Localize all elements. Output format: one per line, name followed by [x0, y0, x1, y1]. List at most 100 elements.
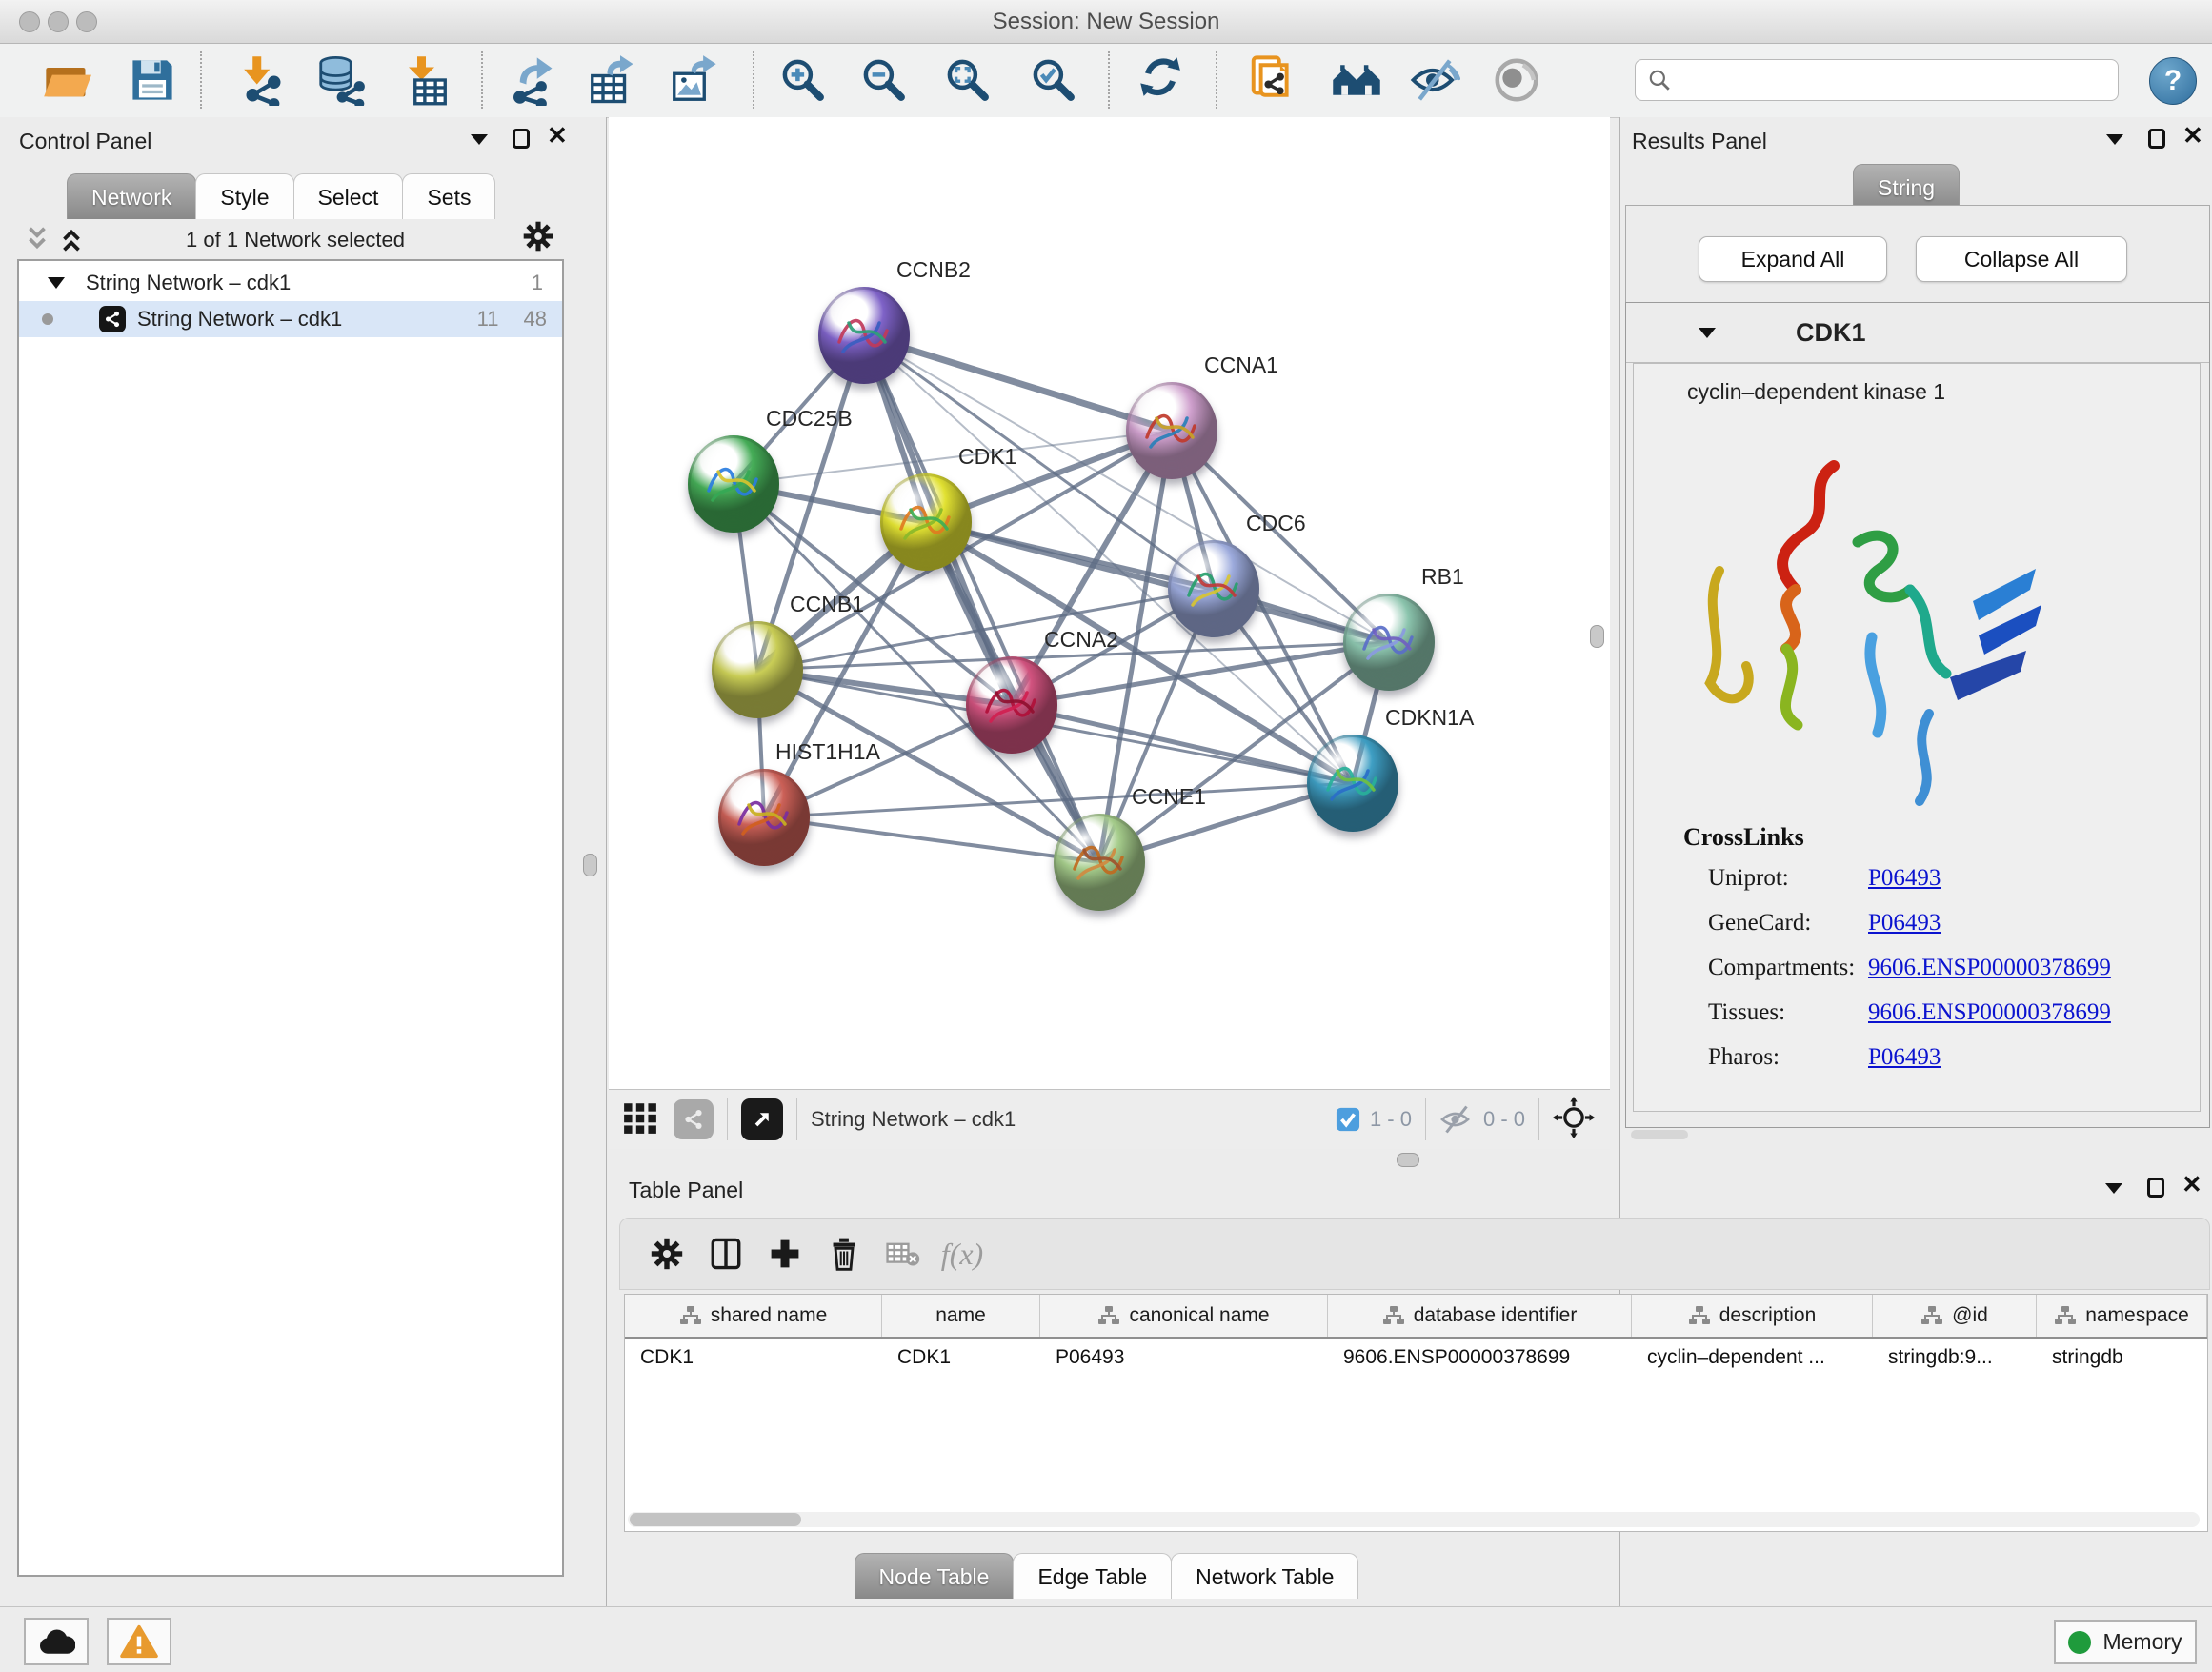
crosslink-link[interactable]: 9606.ENSP00000378699	[1868, 999, 2111, 1026]
panel-close-icon[interactable]: ✕	[2182, 126, 2203, 145]
zoom-in-button[interactable]	[776, 53, 830, 107]
collapse-all-tree-button[interactable]	[23, 225, 51, 258]
column-header--id[interactable]: @id	[1873, 1295, 2037, 1337]
edge-CDK1-RB1[interactable]	[926, 522, 1389, 642]
warnings-button[interactable]	[107, 1618, 171, 1665]
panel-float-icon[interactable]	[2148, 129, 2165, 149]
tab-style[interactable]: Style	[195, 173, 293, 219]
edge-CCNB2-CCNE1[interactable]	[864, 335, 1099, 862]
table-row[interactable]: CDK1CDK1P064939606.ENSP00000378699cyclin…	[625, 1339, 2207, 1377]
crosslink-link[interactable]: P06493	[1868, 1044, 1941, 1071]
delete-column-button[interactable]	[814, 1227, 874, 1280]
collapse-all-button[interactable]: Collapse All	[1916, 236, 2127, 282]
node-CCNE1[interactable]	[1054, 814, 1145, 911]
column-header-canonical-name[interactable]: canonical name	[1040, 1295, 1328, 1337]
column-header-database-identifier[interactable]: database identifier	[1328, 1295, 1632, 1337]
open-in-window-button[interactable]	[741, 1098, 783, 1140]
import-table-button[interactable]	[399, 53, 452, 107]
panel-close-icon[interactable]: ✕	[2182, 1175, 2202, 1194]
delete-table-button[interactable]	[874, 1227, 933, 1280]
crosslink-link[interactable]: P06493	[1868, 910, 1941, 937]
column-header-description[interactable]: description	[1632, 1295, 1873, 1337]
edge-CCNA2-CDKN1A[interactable]	[1012, 705, 1353, 783]
scrollbar-thumb[interactable]	[630, 1513, 801, 1526]
node-CDC6[interactable]	[1168, 540, 1259, 637]
export-network-button[interactable]	[504, 53, 557, 107]
expand-all-tree-button[interactable]	[57, 225, 86, 258]
panel-float-icon[interactable]	[2147, 1178, 2164, 1198]
apply-layout-button[interactable]	[1137, 53, 1191, 107]
network-row[interactable]: String Network – cdk1 11 48	[19, 301, 562, 337]
column-header-namespace[interactable]: namespace	[2037, 1295, 2207, 1337]
grid-view-button[interactable]	[622, 1099, 658, 1140]
table-cell[interactable]: stringdb	[2037, 1339, 2207, 1377]
tree-options-button[interactable]	[522, 220, 554, 257]
table-cell[interactable]: 9606.ENSP00000378699	[1328, 1339, 1632, 1377]
left-divider-grip[interactable]	[583, 854, 597, 876]
crosslink-link[interactable]: P06493	[1868, 865, 1941, 892]
memory-button[interactable]: Memory	[2054, 1620, 2197, 1664]
export-table-button[interactable]	[585, 53, 638, 107]
panel-float-icon[interactable]	[513, 129, 530, 149]
horizontal-scrollbar[interactable]	[628, 1512, 2200, 1527]
network-overview-button[interactable]	[674, 1099, 714, 1139]
panel-menu-icon[interactable]	[471, 134, 488, 145]
help-button[interactable]: ?	[2149, 57, 2197, 105]
table-cell[interactable]: CDK1	[882, 1339, 1040, 1377]
panel-close-icon[interactable]: ✕	[547, 126, 568, 145]
table-options-button[interactable]	[637, 1227, 696, 1280]
zoom-fit-button[interactable]	[941, 53, 995, 107]
node-CCNA2[interactable]	[966, 656, 1057, 754]
table-cell[interactable]: stringdb:9...	[1873, 1339, 2037, 1377]
tab-string[interactable]: String	[1853, 164, 1960, 210]
string-home-button[interactable]	[1330, 53, 1383, 107]
export-image-button[interactable]	[667, 53, 720, 107]
birdseye-toggle-button[interactable]	[1553, 1097, 1595, 1143]
right-divider-grip[interactable]	[1590, 625, 1604, 648]
network-canvas[interactable]: CCNB2CCNA1CDC25BCDK1CDC6RB1CCNB1CCNA2CDK…	[609, 117, 1610, 1089]
collapse-triangle-icon[interactable]	[1699, 328, 1716, 338]
bottom-divider-grip[interactable]	[1397, 1153, 1419, 1167]
node-RB1[interactable]	[1343, 594, 1435, 691]
node-CDK1[interactable]	[880, 473, 972, 571]
column-header-shared-name[interactable]: shared name	[625, 1295, 882, 1337]
edge-HIST1H1A-CCNE1[interactable]	[764, 817, 1099, 862]
tab-select[interactable]: Select	[293, 173, 404, 219]
tab-network[interactable]: Network	[67, 173, 196, 219]
expand-all-button[interactable]: Expand All	[1699, 236, 1887, 282]
edge-CCNB2-CCNA1[interactable]	[864, 335, 1172, 431]
tab-sets[interactable]: Sets	[402, 173, 495, 219]
tab-node-table[interactable]: Node Table	[855, 1553, 1015, 1599]
tab-network-table[interactable]: Network Table	[1171, 1553, 1358, 1599]
open-session-button[interactable]	[40, 53, 93, 107]
zoom-out-button[interactable]	[857, 53, 911, 107]
table-cell[interactable]: CDK1	[625, 1339, 882, 1377]
panel-menu-icon[interactable]	[2105, 1183, 2122, 1194]
navigator-button[interactable]	[1490, 53, 1543, 107]
results-scrollbar[interactable]	[1631, 1130, 1688, 1139]
result-entry-header[interactable]: CDK1	[1626, 303, 2209, 363]
column-header-name[interactable]: name	[882, 1295, 1040, 1337]
table-cell[interactable]: P06493	[1040, 1339, 1328, 1377]
node-CCNB1[interactable]	[712, 621, 803, 718]
network-collection-row[interactable]: String Network – cdk1 1	[19, 261, 562, 301]
node-CDC25B[interactable]	[688, 435, 779, 533]
import-network-from-database-button[interactable]	[313, 53, 367, 107]
function-builder-button[interactable]: f(x)	[933, 1227, 992, 1280]
import-network-button[interactable]	[232, 53, 286, 107]
collapse-triangle-icon[interactable]	[48, 277, 65, 289]
panel-menu-icon[interactable]	[2106, 134, 2123, 145]
table-cell[interactable]: cyclin–dependent ...	[1632, 1339, 1873, 1377]
show-hide-details-button[interactable]	[1408, 53, 1461, 107]
show-columns-button[interactable]	[696, 1227, 755, 1280]
node-CCNA1[interactable]	[1126, 382, 1217, 479]
node-CDKN1A[interactable]	[1307, 735, 1398, 832]
cloud-status-button[interactable]	[24, 1618, 89, 1665]
node-HIST1H1A[interactable]	[718, 769, 810, 866]
save-session-button[interactable]	[126, 53, 179, 107]
crosslink-link[interactable]: 9606.ENSP00000378699	[1868, 955, 2111, 981]
search-input[interactable]	[1672, 67, 2118, 93]
zoom-selected-button[interactable]	[1027, 53, 1080, 107]
string-document-button[interactable]	[1246, 53, 1299, 107]
tab-edge-table[interactable]: Edge Table	[1013, 1553, 1172, 1599]
